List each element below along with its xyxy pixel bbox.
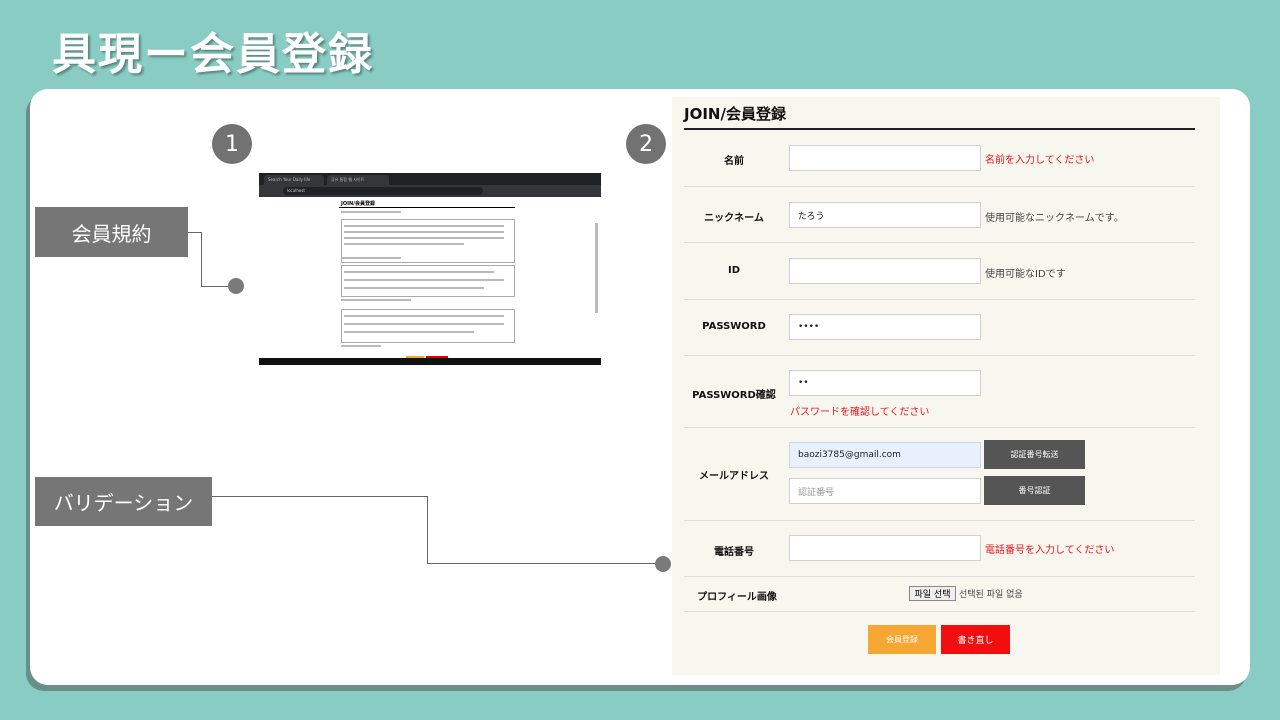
name-label: 名前 [724, 156, 744, 167]
browser-tab: Search Your Daily life [264, 175, 324, 185]
nickname-status: 使用可能なニックネームです。 [985, 213, 1124, 224]
browser-url: localhost [283, 187, 483, 195]
row-divider [684, 355, 1195, 356]
file-status: 선택된 파일 없음 [959, 590, 1023, 600]
row-divider [684, 186, 1195, 187]
profile-image-label: プロフィール画像 [697, 592, 777, 603]
phone-input[interactable] [789, 535, 981, 561]
terms-page-screenshot: Search Your Daily life 공유 통합 웹 사이트 local… [259, 173, 601, 365]
step-2-marker: 2 [626, 124, 666, 164]
verify-code-button[interactable]: 番号認証 [984, 476, 1085, 505]
text-line [344, 323, 504, 325]
connector-dot [655, 556, 671, 572]
taskbar [259, 358, 601, 365]
text-line [341, 299, 411, 301]
row-divider [684, 520, 1195, 521]
thumbnail-page-title: JOIN/会員登録 [341, 201, 375, 207]
text-line [344, 231, 504, 233]
text-line [344, 315, 504, 317]
password-confirm-error: パスワードを確認してください [790, 407, 930, 418]
send-code-button[interactable]: 認証番号転送 [984, 440, 1085, 469]
phone-label: 電話番号 [714, 547, 754, 558]
reset-button[interactable]: 書き直し [941, 625, 1010, 654]
connector-line [427, 496, 428, 564]
register-button[interactable]: 会員登録 [868, 625, 936, 654]
terms-box [341, 265, 515, 297]
form-title-rule [684, 128, 1195, 130]
nickname-input[interactable]: たろう [789, 202, 981, 228]
browser-tab: 공유 통합 웹 사이트 [327, 175, 389, 185]
scrollbar [595, 223, 598, 313]
password-label: PASSWORD [702, 321, 766, 332]
connector-line [188, 232, 202, 233]
connector-line [201, 232, 202, 287]
row-divider [684, 242, 1195, 243]
form-title: JOIN/会員登録 [684, 105, 786, 123]
email-label: メールアドレス [699, 471, 769, 482]
file-select-button[interactable]: 파일 선택 [909, 586, 956, 601]
phone-error: 電話番号を入力してください [985, 545, 1115, 556]
text-line [344, 225, 504, 227]
password-confirm-label: PASSWORD確認 [692, 390, 776, 401]
row-divider [684, 576, 1195, 577]
text-line [344, 331, 474, 333]
text-line [341, 211, 401, 213]
password-confirm-input[interactable]: •• [789, 370, 981, 396]
validation-label: バリデーション [35, 477, 212, 526]
row-divider [684, 299, 1195, 300]
connector-dot [228, 278, 244, 294]
text-line [344, 237, 504, 239]
nickname-label: ニックネーム [704, 213, 764, 224]
text-line [344, 271, 494, 273]
name-error: 名前を入力してください [985, 155, 1095, 166]
id-status: 使用可能なIDです [985, 269, 1066, 280]
name-input[interactable] [789, 145, 981, 171]
slide-title: 具現ー会員登録 [52, 29, 374, 80]
text-line [344, 287, 484, 289]
verification-code-input[interactable]: 認証番号 [789, 478, 981, 504]
text-line [344, 243, 464, 245]
password-input[interactable]: •••• [789, 314, 981, 340]
text-line [341, 257, 401, 259]
id-input[interactable] [789, 258, 981, 284]
connector-line [427, 563, 657, 564]
row-divider [684, 427, 1195, 428]
text-line [341, 345, 381, 347]
step-1-marker: 1 [212, 124, 252, 164]
email-input[interactable]: baozi3785@gmail.com [789, 442, 981, 468]
thumbnail-rule [339, 207, 515, 208]
id-label: ID [727, 265, 741, 276]
row-divider [684, 611, 1195, 612]
text-line [344, 279, 504, 281]
connector-line [212, 496, 428, 497]
terms-label: 会員規約 [35, 207, 188, 257]
